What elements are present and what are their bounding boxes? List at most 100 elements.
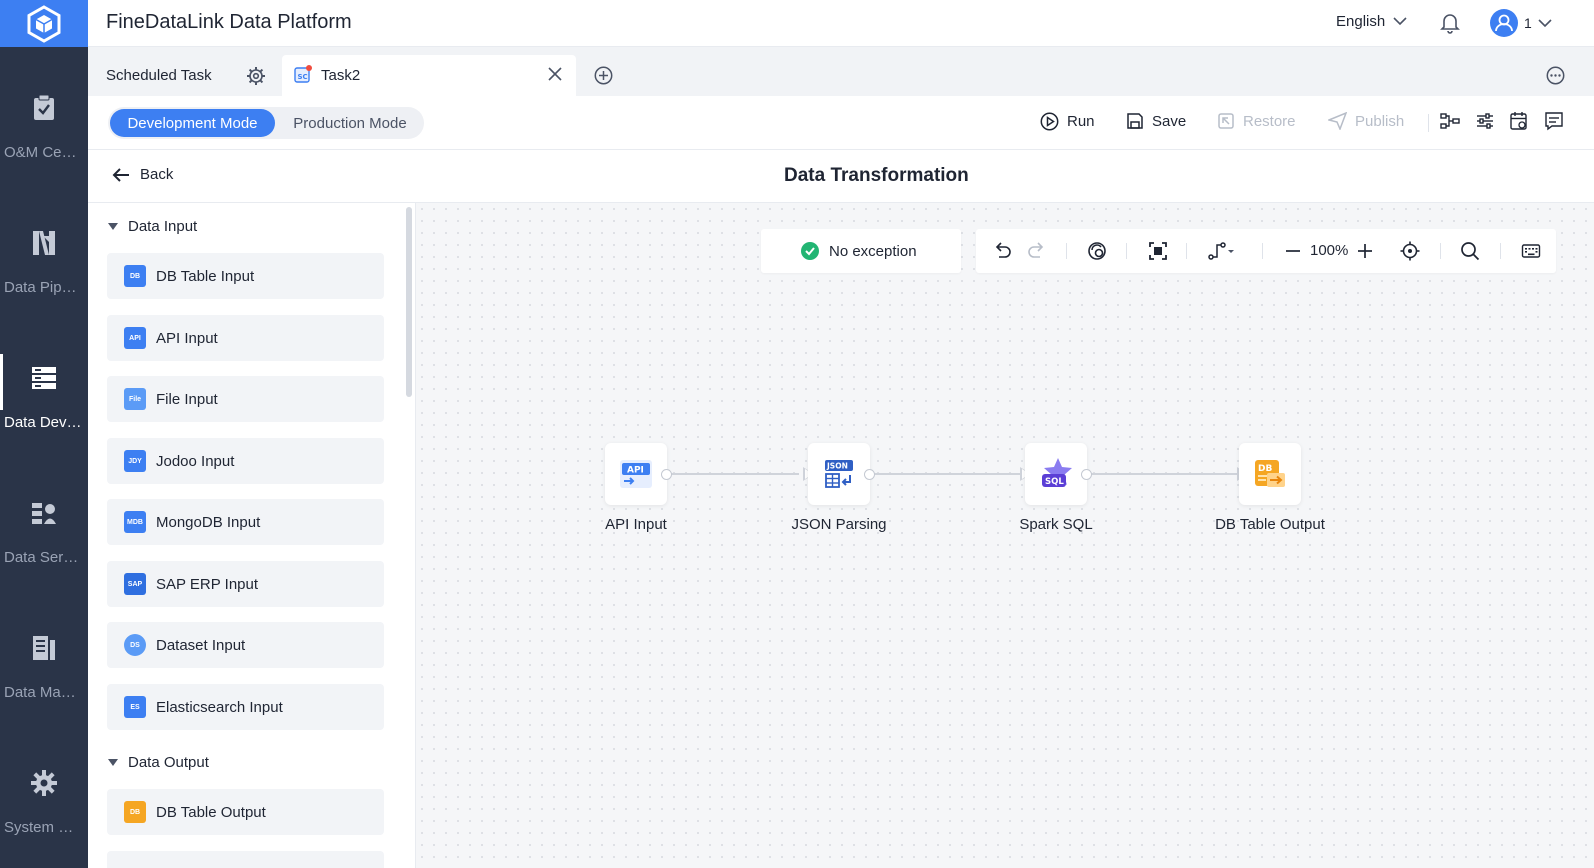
parameters-sliders-icon[interactable] xyxy=(1475,111,1495,136)
component-jodoo-input[interactable]: JDY Jodoo Input xyxy=(107,438,384,484)
node-db-table-output[interactable]: DB xyxy=(1239,443,1301,505)
restore-label: Restore xyxy=(1243,112,1296,130)
sidebar-item-data-pipeline[interactable]: Data Pipeline xyxy=(0,185,88,305)
language-selector[interactable]: English xyxy=(1336,13,1407,30)
sidebar-item-data-service[interactable]: Data Service xyxy=(0,455,88,575)
add-tab-icon[interactable] xyxy=(594,66,613,90)
app-logo[interactable] xyxy=(0,0,88,47)
schedule-calendar-icon[interactable] xyxy=(1509,111,1529,136)
component-sap-erp-input[interactable]: SAP SAP ERP Input xyxy=(107,561,384,607)
close-tab-icon[interactable] xyxy=(548,67,562,85)
component-api-input[interactable]: API API Input xyxy=(107,315,384,361)
status-text: No exception xyxy=(829,242,917,260)
undo-icon[interactable] xyxy=(992,241,1012,266)
save-label: Save xyxy=(1152,112,1187,130)
settings-gear-icon[interactable] xyxy=(246,66,266,90)
sidebar-item-label: Data Management xyxy=(4,684,84,701)
database-stack-icon xyxy=(31,364,57,392)
search-icon[interactable] xyxy=(1460,241,1480,266)
data-management-icon xyxy=(31,634,57,662)
flow-edge[interactable] xyxy=(870,473,1020,475)
more-options-icon[interactable] xyxy=(1546,66,1565,90)
json-parsing-icon: JSON xyxy=(825,460,853,488)
zoom-level: 100% xyxy=(1310,242,1349,259)
sidebar-item-system-management[interactable]: System Management xyxy=(0,725,88,845)
node-spark-sql[interactable]: SQL xyxy=(1025,443,1087,505)
status-indicator: No exception xyxy=(761,229,961,273)
sidebar-item-om-center[interactable]: O&M Center xyxy=(0,50,88,170)
node-label: API Input xyxy=(605,516,667,533)
locate-icon[interactable] xyxy=(1400,241,1420,266)
avatar-icon xyxy=(1490,9,1518,37)
chevron-down-icon xyxy=(1538,18,1552,27)
component-next-item[interactable] xyxy=(107,851,384,868)
clipboard-check-icon xyxy=(31,94,57,122)
chevron-down-icon xyxy=(1393,17,1407,26)
preview-data-icon[interactable] xyxy=(1087,241,1107,266)
toolbar-divider xyxy=(1440,243,1441,259)
play-icon xyxy=(1040,112,1059,131)
arrow-left-icon xyxy=(112,167,129,182)
flow-canvas[interactable]: No exception 100% API API Input JSON JSO… xyxy=(416,203,1594,868)
tab-task2[interactable]: SC Task2 xyxy=(282,55,576,96)
spark-sql-icon: SQL xyxy=(1042,458,1072,487)
caret-down-icon xyxy=(108,223,118,230)
component-file-input[interactable]: File File Input xyxy=(107,376,384,422)
check-circle-icon xyxy=(801,242,819,264)
node-json-parsing[interactable]: JSON xyxy=(808,443,870,505)
run-label: Run xyxy=(1067,113,1095,130)
sidebar-item-data-management[interactable]: Data Management xyxy=(0,590,88,710)
node-label: DB Table Output xyxy=(1215,516,1325,533)
flow-edge[interactable] xyxy=(1087,473,1237,475)
zoom-out-icon[interactable] xyxy=(1284,241,1302,266)
group-header-data-output[interactable]: Data Output xyxy=(108,754,209,771)
output-port[interactable] xyxy=(1081,469,1092,480)
page-title: Data Transformation xyxy=(784,165,969,186)
notification-bell-icon[interactable] xyxy=(1440,12,1460,39)
node-api-input[interactable]: API xyxy=(605,443,667,505)
pipeline-icon xyxy=(31,229,57,257)
flow-edge[interactable] xyxy=(667,473,799,475)
restore-icon xyxy=(1218,113,1234,129)
user-menu[interactable]: 1 xyxy=(1490,9,1552,37)
component-db-table-input[interactable]: DB DB Table Input xyxy=(107,253,384,299)
development-mode-button[interactable]: Development Mode xyxy=(110,109,275,137)
output-port[interactable] xyxy=(661,469,672,480)
node-badge-text: SQL xyxy=(1045,477,1064,487)
component-label: Dataset Input xyxy=(156,636,246,654)
caret-down-icon xyxy=(108,759,118,766)
sidebar-item-label: System Management xyxy=(4,819,84,836)
sidebar-item-label: Data Pipeline xyxy=(4,279,84,296)
lineage-icon[interactable] xyxy=(1440,111,1460,136)
panel-scrollbar[interactable] xyxy=(406,207,412,397)
fit-view-icon[interactable] xyxy=(1148,241,1168,266)
sidebar-item-data-development[interactable]: Data Development xyxy=(0,320,88,440)
group-header-data-input[interactable]: Data Input xyxy=(108,218,197,235)
component-dataset-input[interactable]: DS Dataset Input xyxy=(107,622,384,668)
component-mongodb-input[interactable]: MDB MongoDB Input xyxy=(107,499,384,545)
keyboard-icon[interactable] xyxy=(1521,241,1541,266)
output-port[interactable] xyxy=(864,469,875,480)
tab-scheduled-task[interactable]: Scheduled Task xyxy=(88,55,278,96)
line-style-icon[interactable] xyxy=(1208,241,1236,266)
redo-icon[interactable] xyxy=(1027,241,1047,266)
publish-button[interactable]: Publish xyxy=(1328,112,1404,130)
comment-icon[interactable] xyxy=(1544,111,1564,136)
dataset-input-icon: DS xyxy=(124,634,146,656)
component-db-table-output[interactable]: DB DB Table Output xyxy=(107,789,384,835)
save-button[interactable]: Save xyxy=(1126,112,1186,130)
db-table-input-icon: DB xyxy=(124,265,146,287)
component-label: Elasticsearch Input xyxy=(156,698,283,716)
restore-button[interactable]: Restore xyxy=(1217,112,1296,130)
language-label: English xyxy=(1336,13,1386,30)
component-elasticsearch-input[interactable]: ES Elasticsearch Input xyxy=(107,684,384,730)
production-mode-button[interactable]: Production Mode xyxy=(278,109,422,137)
db-table-output-icon: DB xyxy=(124,801,146,823)
node-badge-text: API xyxy=(627,466,644,476)
run-button[interactable]: Run xyxy=(1040,112,1095,131)
back-label: Back xyxy=(140,166,174,183)
component-label: API Input xyxy=(156,329,218,347)
zoom-in-icon[interactable] xyxy=(1356,241,1374,266)
back-button[interactable]: Back xyxy=(112,166,173,183)
node-label: JSON Parsing xyxy=(791,516,887,533)
